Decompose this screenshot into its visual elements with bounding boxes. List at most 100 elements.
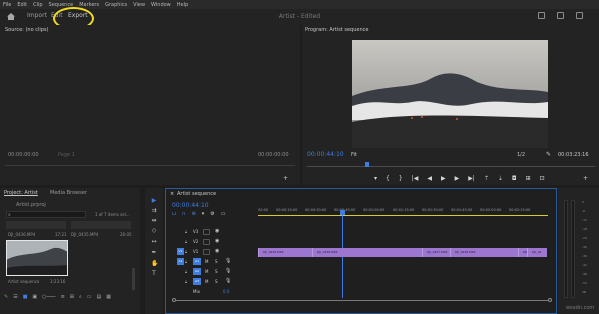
snap-icon[interactable]: ∩: [182, 211, 186, 217]
mic-icon[interactable]: 🎙︎: [225, 258, 231, 264]
timeline-clip[interactable]: DJI_0429.MP4: [258, 248, 312, 257]
mute-button[interactable]: M: [205, 279, 208, 284]
hand-icon[interactable]: ✋: [151, 261, 158, 267]
item-name[interactable]: DJI_0436.MP4: [8, 232, 35, 237]
lock-icon[interactable]: 🔒︎: [185, 259, 187, 264]
add-marker-icon[interactable]: ▾: [202, 211, 205, 217]
menu-clip[interactable]: Clip: [33, 2, 42, 8]
lock-icon[interactable]: 🔒︎: [185, 269, 187, 274]
slip-icon[interactable]: ↔: [151, 239, 157, 245]
go-to-in-icon[interactable]: |◀: [412, 175, 419, 182]
timeline-clip[interactable]: DJI_0436.MP4: [312, 248, 422, 257]
program-tab[interactable]: Program: Artist sequence: [305, 27, 368, 33]
menu-edit[interactable]: Edit: [17, 2, 27, 8]
marker-icon[interactable]: ▾: [374, 175, 377, 182]
program-playhead[interactable]: [365, 162, 369, 167]
item-name[interactable]: DJI_0435.MP4: [71, 232, 98, 237]
captions-icon[interactable]: ▭: [221, 211, 226, 217]
lock-icon[interactable]: 🔒︎: [185, 249, 187, 254]
settings-icon[interactable]: ⚙: [210, 211, 214, 217]
play-icon[interactable]: ▶: [441, 175, 446, 182]
freeform-view-icon[interactable]: ▣: [32, 294, 37, 300]
panel-icon[interactable]: [557, 12, 564, 19]
step-back-icon[interactable]: ◀: [427, 175, 432, 182]
button-editor-icon[interactable]: ⊞: [526, 175, 531, 182]
new-item-icon[interactable]: ▤: [97, 294, 102, 300]
fullscreen-icon[interactable]: [576, 12, 583, 19]
mic-icon[interactable]: 🎙︎: [225, 268, 231, 274]
project-scrollbar[interactable]: [132, 268, 135, 290]
sequence-thumbnail[interactable]: [6, 240, 68, 276]
sort-icon[interactable]: ≡: [61, 294, 65, 300]
program-scale-select[interactable]: 1/2: [517, 152, 525, 158]
timeline-clip[interactable]: DJI_0427.MP4: [422, 248, 450, 257]
source-patch-v1[interactable]: V1: [177, 248, 184, 255]
work-area-bar[interactable]: [258, 215, 548, 216]
nest-icon[interactable]: ⊔: [172, 211, 176, 217]
timeline-clip[interactable]: DJI_0437.MP4: [518, 248, 527, 257]
sync-lock-icon[interactable]: [203, 239, 210, 245]
tab-project[interactable]: Project: Artist: [4, 190, 38, 196]
ripple-edit-icon[interactable]: ⇹: [151, 218, 157, 224]
menu-file[interactable]: File: [3, 2, 11, 8]
solo-button[interactable]: S: [215, 269, 218, 274]
extract-icon[interactable]: ⇣: [498, 175, 503, 182]
source-scrubber[interactable]: [5, 165, 295, 166]
share-icon[interactable]: [538, 12, 545, 19]
razor-icon[interactable]: ◇: [151, 228, 157, 234]
source-patch-a1[interactable]: A1: [177, 258, 184, 265]
project-search-input[interactable]: ⌕: [6, 211, 86, 218]
source-page[interactable]: Page 1: [58, 152, 75, 158]
mute-button[interactable]: M: [205, 269, 208, 274]
sync-lock-icon[interactable]: [203, 249, 210, 255]
menu-graphics[interactable]: Graphics: [105, 2, 127, 8]
lock-icon[interactable]: 🔒︎: [185, 239, 187, 244]
menu-markers[interactable]: Markers: [79, 2, 99, 8]
program-add-icon[interactable]: +: [583, 175, 588, 182]
mark-out-icon[interactable]: }: [399, 175, 403, 182]
timeline-close-icon[interactable]: ×: [170, 191, 174, 197]
timeline-clip[interactable]: DJI_04: [527, 248, 547, 257]
scroll-end-handle[interactable]: [548, 298, 552, 302]
program-timecode[interactable]: 00:00:44:10: [307, 151, 344, 158]
solo-button[interactable]: S: [215, 279, 218, 284]
list-view-icon[interactable]: ☰: [13, 294, 17, 300]
track-name[interactable]: A3: [193, 278, 201, 285]
camera-icon[interactable]: ◘: [512, 175, 517, 182]
step-forward-icon[interactable]: ▶: [455, 175, 460, 182]
timeline-h-scrollbar[interactable]: [172, 298, 552, 303]
program-fit-select[interactable]: Fit: [351, 152, 357, 158]
track-name[interactable]: A2: [193, 268, 201, 275]
sync-lock-icon[interactable]: [203, 229, 210, 235]
selection-tool-icon[interactable]: ▶: [151, 198, 157, 204]
program-scrubber[interactable]: [307, 166, 595, 167]
find-icon[interactable]: ⌕: [79, 294, 82, 300]
thumb-dji0435[interactable]: [71, 221, 131, 229]
lift-icon[interactable]: ⇡: [484, 175, 489, 182]
menu-view[interactable]: View: [133, 2, 145, 8]
new-bin-icon[interactable]: ▭: [87, 294, 92, 300]
mic-icon[interactable]: 🎙︎: [225, 278, 231, 284]
wrench-icon[interactable]: ✎: [546, 151, 551, 158]
item-name[interactable]: Artist sequence: [8, 279, 39, 284]
automate-icon[interactable]: ⊞: [70, 294, 74, 300]
timeline-tab[interactable]: Artist sequence: [177, 191, 216, 197]
timeline-clip[interactable]: DJI_0438.MP4: [450, 248, 518, 257]
vr-icon[interactable]: ⊡: [540, 175, 545, 182]
zoom-slider[interactable]: ○───: [42, 294, 55, 300]
mix-value[interactable]: 0.0: [223, 289, 229, 294]
lock-icon[interactable]: 🔒︎: [185, 279, 187, 284]
timeline-timecode[interactable]: 00:00:44:10: [172, 202, 209, 209]
eye-icon[interactable]: ◉: [215, 228, 219, 234]
thumb-dji0436[interactable]: [6, 221, 66, 229]
eye-icon[interactable]: ◉: [215, 238, 219, 244]
menu-help[interactable]: Help: [177, 2, 188, 8]
clear-icon[interactable]: ▦: [106, 294, 111, 300]
solo-button[interactable]: S: [215, 259, 218, 264]
track-name[interactable]: A1: [193, 258, 201, 265]
pencil-icon[interactable]: ✎: [4, 294, 8, 300]
icon-view-icon[interactable]: ■: [23, 294, 28, 300]
track-select-icon[interactable]: ⇉: [151, 208, 157, 214]
source-add-icon[interactable]: +: [283, 175, 288, 182]
tab-media-browser[interactable]: Media Browser: [50, 190, 87, 196]
